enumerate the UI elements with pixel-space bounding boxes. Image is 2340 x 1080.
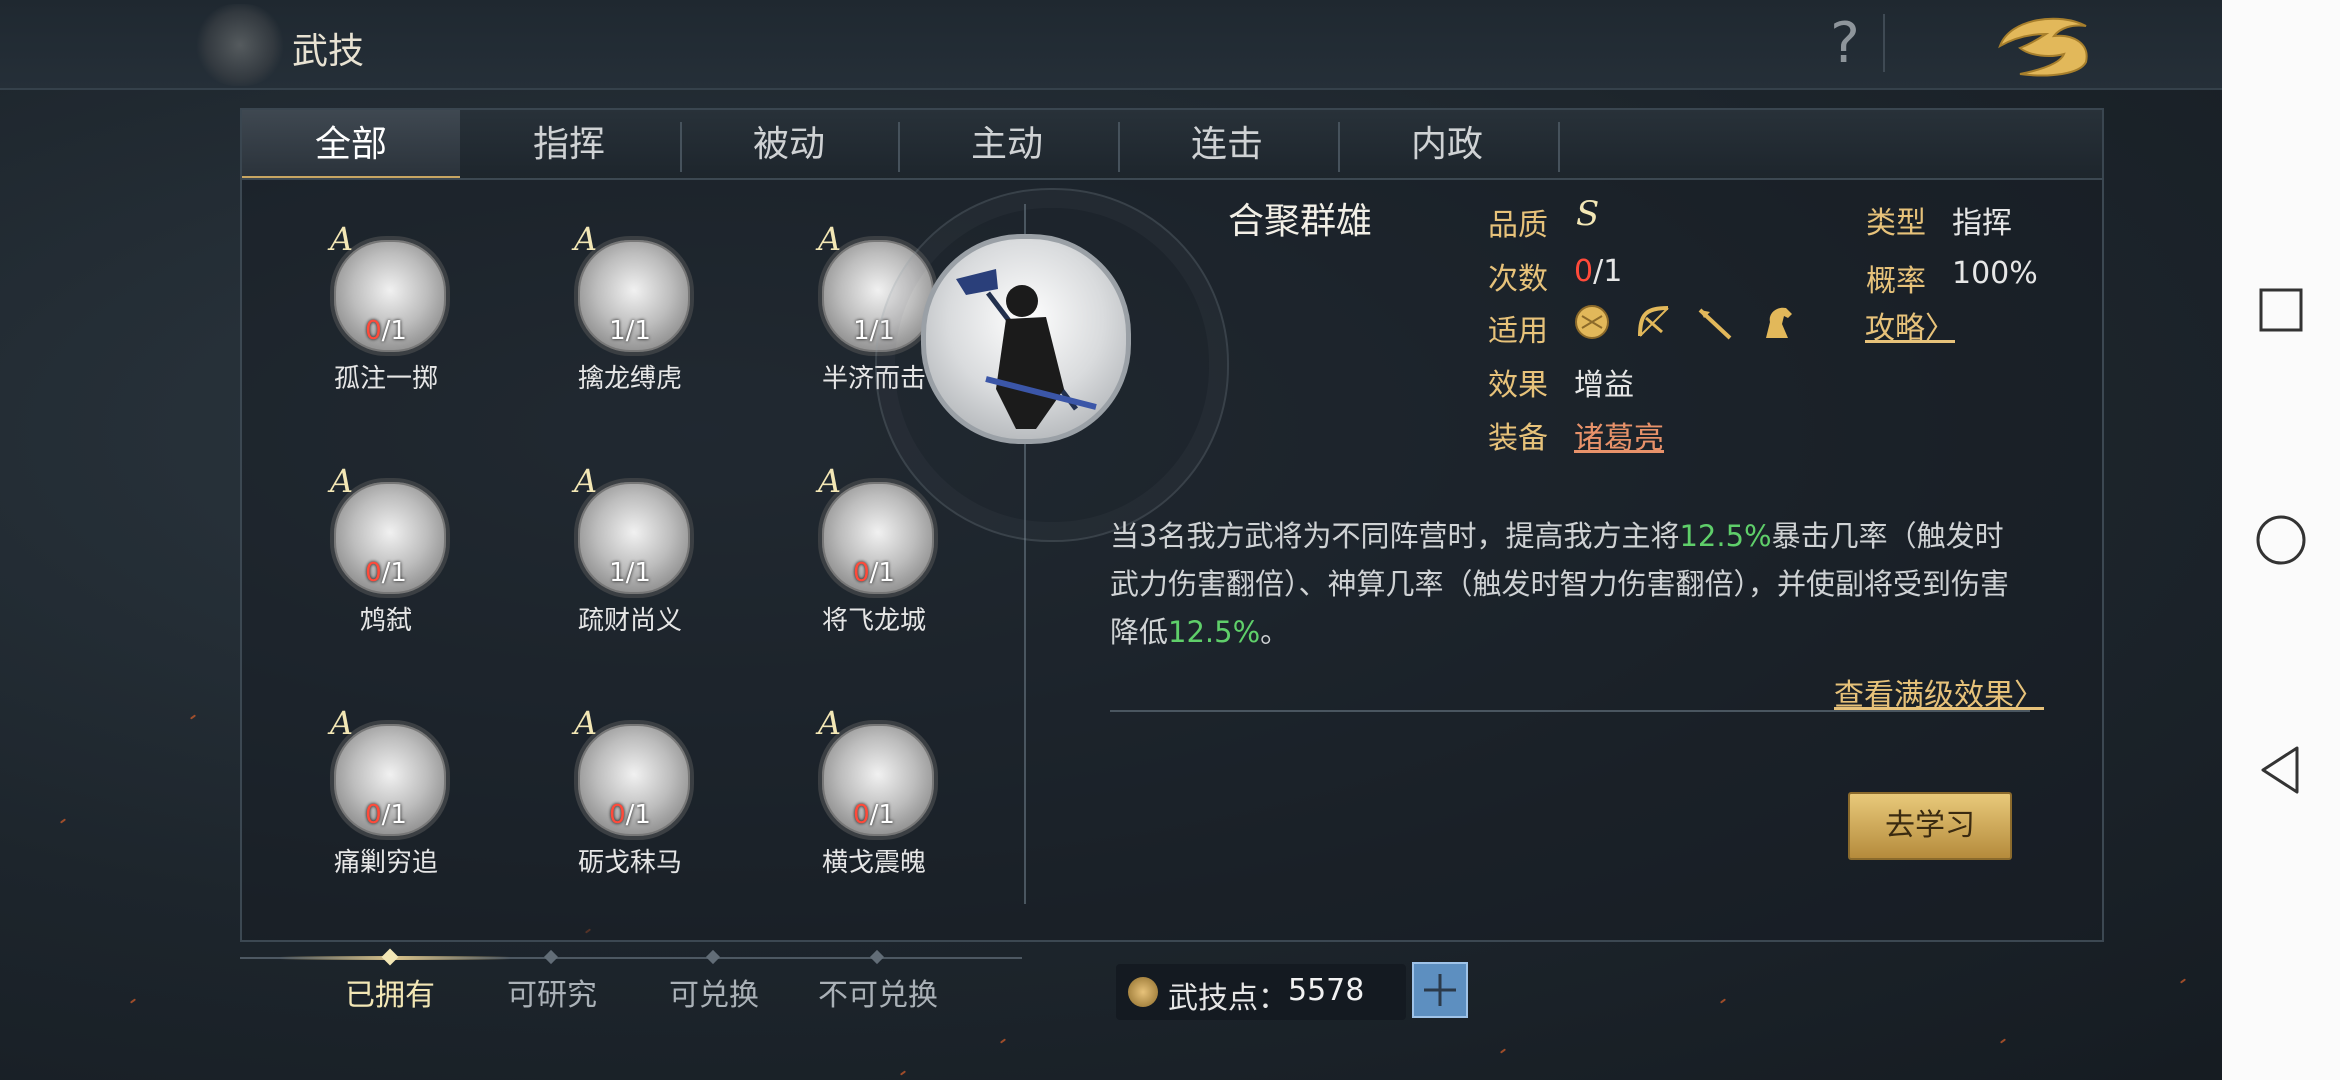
shield-icon — [1575, 305, 1609, 339]
tab-command[interactable]: 指挥 — [460, 110, 678, 180]
filter-marker — [705, 949, 721, 965]
tab-internal[interactable]: 内政 — [1338, 110, 1556, 180]
skill-card[interactable]: A 0/1 砺戈秣马 — [524, 704, 724, 904]
guide-link[interactable]: 攻略〉 — [1865, 303, 1955, 347]
count-label: 次数 — [1488, 262, 1548, 297]
view-max-level-effect-link[interactable]: 查看满级效果〉 — [1834, 670, 2044, 714]
spear-icon — [1698, 308, 1732, 340]
skill-points-value: 5578 — [1288, 973, 1365, 1008]
learn-button[interactable]: 去学习 — [1848, 792, 2012, 860]
skill-name: 砺戈秣马 — [577, 848, 682, 878]
tab-separator — [1558, 122, 1560, 172]
skill-description: 当3名我方武将为不同阵营时，提高我方主将12.5%暴击几率（触发时武力伤害翻倍）… — [1110, 519, 2010, 649]
tab-combo[interactable]: 连击 — [1118, 110, 1336, 180]
quality-label: 品质 — [1488, 208, 1548, 243]
skill-count: 0/1 — [853, 800, 895, 830]
filter-owned[interactable]: 已拥有 — [320, 970, 460, 1014]
skill-grade: A — [818, 704, 842, 742]
apply-label: 适用 — [1488, 314, 1548, 349]
skill-grade: A — [574, 704, 598, 742]
skill-card[interactable]: A 1/1 擒龙缚虎 — [524, 220, 724, 420]
skill-count: 0/1 — [609, 800, 651, 830]
filter-marker — [869, 949, 885, 965]
category-tabs: 全部 指挥 被动 主动 连击 内政 — [240, 108, 2104, 180]
skill-name: 疏财尚义 — [577, 606, 682, 636]
skill-count: 0/1 — [853, 558, 895, 588]
dragon-emblem-icon — [195, 4, 285, 86]
skill-card[interactable]: A 0/1 横戈震魄 — [768, 704, 968, 904]
skill-card[interactable]: A 0/1 痛剿穷追 — [280, 704, 480, 904]
effect-value: 增益 — [1574, 368, 1634, 403]
dragon-return-icon[interactable] — [1990, 8, 2100, 80]
skill-grade: A — [574, 220, 598, 258]
top-bar: 武技 ? — [0, 0, 2222, 90]
skill-grade: A — [330, 220, 354, 258]
effect-label: 效果 — [1488, 368, 1548, 403]
filter-exchangeable[interactable]: 可兑换 — [644, 970, 784, 1014]
android-navigation-bar — [2222, 0, 2340, 1080]
skill-grade: A — [818, 220, 842, 258]
topbar-divider — [1883, 14, 1885, 72]
warrior-silhouette-icon — [956, 269, 1097, 429]
skill-count: 0/1 — [365, 800, 407, 830]
skill-count: 0/1 — [365, 316, 407, 346]
skill-grade: A — [818, 462, 842, 500]
rate-label: 概率 — [1866, 264, 1926, 299]
filter-not-exchangeable[interactable]: 不可兑换 — [808, 970, 948, 1014]
filter-researchable[interactable]: 可研究 — [482, 970, 622, 1014]
skill-name: 擒龙缚虎 — [577, 364, 682, 394]
skill-point-coin-icon — [1128, 977, 1158, 1007]
bow-icon — [1638, 306, 1669, 337]
rate-value: 100% — [1952, 256, 2038, 291]
type-value: 指挥 — [1952, 206, 2012, 241]
home-icon[interactable] — [2241, 500, 2321, 580]
filter-marker — [543, 949, 559, 965]
equipped-general-link[interactable]: 诸葛亮 — [1574, 413, 1664, 457]
page-title: 武技 — [292, 31, 365, 72]
count-value: 0/1 — [1574, 254, 1623, 289]
selected-skill-portrait — [921, 234, 1131, 444]
skill-name: 横戈震魄 — [821, 848, 926, 878]
ownership-filter-bar: 已拥有 可研究 可兑换 不可兑换 — [240, 944, 1022, 1044]
skill-count: 1/1 — [609, 558, 651, 588]
skill-count: 1/1 — [609, 316, 651, 346]
recent-apps-icon[interactable] — [2241, 270, 2321, 350]
quality-value: S — [1576, 194, 1600, 234]
skill-grade: A — [574, 462, 598, 500]
horse-icon — [1766, 307, 1792, 338]
tab-active[interactable]: 主动 — [898, 110, 1116, 180]
skill-count: 0/1 — [365, 558, 407, 588]
skill-card[interactable]: A 0/1 鸩弑 — [280, 462, 480, 662]
skill-name: 痛剿穷追 — [333, 848, 438, 878]
skill-points-display: 武技点： 5578 — [1116, 964, 1406, 1020]
skill-name: 孤注一掷 — [333, 364, 438, 394]
skill-grade: A — [330, 704, 354, 742]
skill-name: 鸩弑 — [359, 606, 412, 636]
skill-points-label: 武技点： — [1168, 981, 1288, 1016]
tab-all[interactable]: 全部 — [242, 110, 460, 180]
plus-icon — [1424, 974, 1456, 1006]
skill-grade: A — [330, 462, 354, 500]
skill-name: 将飞龙城 — [821, 606, 926, 636]
filter-marker — [381, 948, 399, 966]
skill-card[interactable]: A 1/1 疏财尚义 — [524, 462, 724, 662]
help-button[interactable]: ? — [1820, 10, 1870, 78]
detail-divider — [1110, 710, 2030, 712]
back-icon[interactable] — [2241, 730, 2321, 810]
skill-card[interactable]: A 0/1 孤注一掷 — [280, 220, 480, 420]
equip-label: 装备 — [1488, 421, 1548, 456]
add-skill-points-button[interactable] — [1412, 962, 1468, 1018]
selected-skill-name: 合聚群雄 — [1227, 201, 1372, 242]
tab-passive[interactable]: 被动 — [680, 110, 898, 180]
type-label: 类型 — [1866, 206, 1926, 241]
